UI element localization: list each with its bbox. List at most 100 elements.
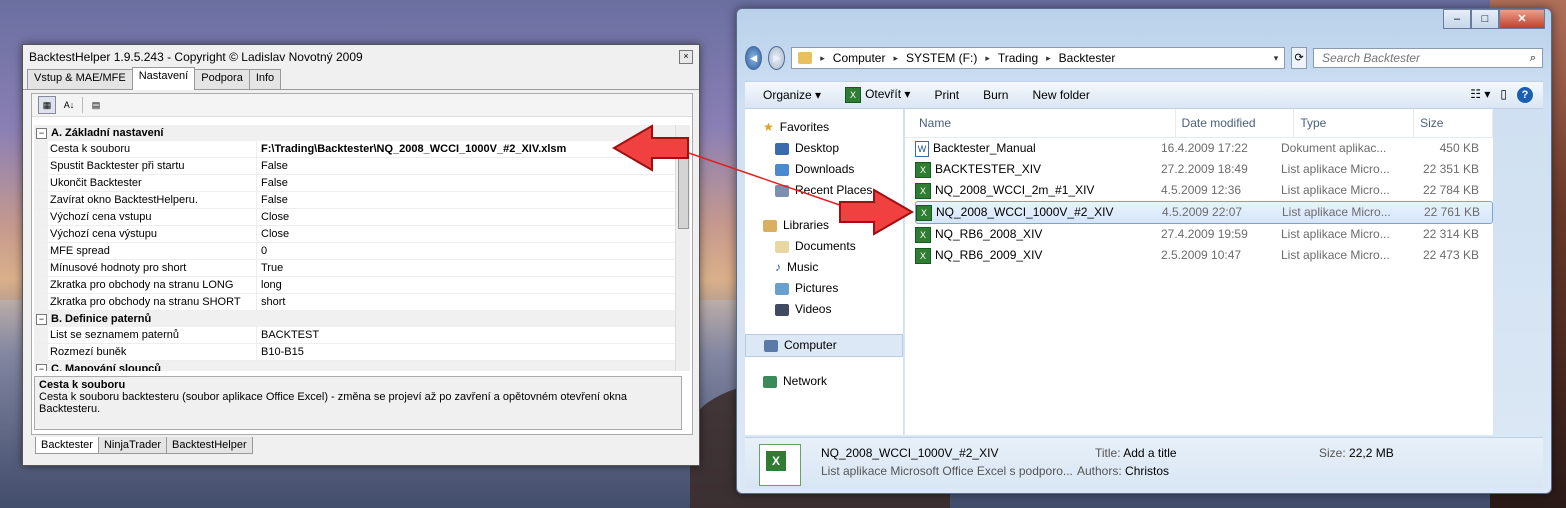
back-button[interactable]: ◄ <box>745 46 763 70</box>
file-name: NQ_RB6_2008_XIV <box>935 227 1043 241</box>
details-authors-value[interactable]: Christos <box>1125 464 1169 478</box>
nav-desktop[interactable]: Desktop <box>745 138 903 159</box>
search-input[interactable] <box>1320 50 1514 66</box>
column-name[interactable]: Name <box>905 109 1176 137</box>
property-value[interactable]: long <box>257 277 282 293</box>
property-value[interactable]: BACKTEST <box>257 327 319 343</box>
file-row[interactable]: X NQ_RB6_2009_XIV 2.5.2009 10:47 List aplik… <box>915 245 1493 266</box>
collapse-icon[interactable]: − <box>36 363 47 371</box>
help-icon[interactable]: ? <box>1517 87 1533 103</box>
nav-libraries[interactable]: Libraries <box>745 215 903 236</box>
search-icon[interactable]: ⌕ <box>1530 52 1536 65</box>
property-row[interactable]: Zavírat okno BacktestHelperu. False <box>34 192 676 209</box>
property-value[interactable]: B10-B15 <box>257 344 304 360</box>
property-category[interactable]: − C. Mapování sloupců <box>34 361 676 371</box>
property-category[interactable]: − B. Definice paternů <box>34 311 676 327</box>
breadcrumb-drive[interactable]: SYSTEM (F:) <box>906 51 977 65</box>
file-row[interactable]: X BACKTESTER_XIV 27.2.2009 18:49 List aplik… <box>915 159 1493 180</box>
property-value[interactable]: Close <box>257 209 289 225</box>
property-row[interactable]: MFE spread 0 <box>34 243 676 260</box>
print-button[interactable]: Print <box>934 88 959 102</box>
forward-button[interactable]: ► <box>768 46 786 70</box>
organize-button[interactable]: Organize ▾ <box>763 88 821 102</box>
property-value[interactable]: 0 <box>257 243 267 259</box>
alphabetical-sort-icon[interactable]: A↓ <box>60 96 78 114</box>
nav-downloads[interactable]: Downloads <box>745 159 903 180</box>
tab-nastaveni[interactable]: Nastavení <box>131 67 196 90</box>
nav-documents[interactable]: Documents <box>745 236 903 257</box>
column-date-modified[interactable]: Date modified <box>1176 109 1295 137</box>
property-row[interactable]: Zkratka pro obchody na stranu SHORT short <box>34 294 676 311</box>
breadcrumb-backtester[interactable]: Backtester <box>1059 51 1116 65</box>
collapse-icon[interactable]: − <box>36 313 47 325</box>
title-bar[interactable]: BacktestHelper 1.9.5.243 - Copyright © L… <box>23 45 699 69</box>
refresh-button[interactable]: ⟳ <box>1291 47 1307 69</box>
maximize-button[interactable]: □ <box>1471 9 1499 29</box>
vertical-scrollbar[interactable] <box>675 125 690 371</box>
collapse-icon[interactable]: − <box>36 127 47 139</box>
property-row[interactable]: Mínusové hodnoty pro short True <box>34 260 676 277</box>
breadcrumb-separator-icon[interactable]: ▸ <box>985 53 990 64</box>
property-row[interactable]: Rozmezí buněk B10-B15 <box>34 344 676 361</box>
column-type[interactable]: Type <box>1294 109 1415 137</box>
minimize-button[interactable]: – <box>1443 9 1471 29</box>
history-dropdown-icon[interactable]: ▾ <box>1274 53 1279 64</box>
property-value[interactable]: False <box>257 158 288 174</box>
bottom-tab-backtester[interactable]: Backtester <box>35 437 99 454</box>
scrollbar-thumb[interactable] <box>678 137 689 229</box>
breadcrumb-computer[interactable]: Computer <box>833 51 886 65</box>
details-title-value[interactable]: Add a title <box>1123 446 1176 460</box>
nav-music[interactable]: ♪ Music <box>745 257 903 278</box>
new-folder-button[interactable]: New folder <box>1032 88 1089 102</box>
breadcrumb-separator-icon[interactable]: ▸ <box>893 53 898 64</box>
property-row[interactable]: Výchozí cena vstupu Close <box>34 209 676 226</box>
nav-videos[interactable]: Videos <box>745 299 903 320</box>
open-button[interactable]: X Otevřít ▾ <box>845 87 910 103</box>
nav-recent-places[interactable]: Recent Places <box>745 180 903 201</box>
property-value[interactable]: Close <box>257 226 289 242</box>
property-row[interactable]: Výchozí cena výstupu Close <box>34 226 676 243</box>
nav-network[interactable]: Network <box>745 371 903 392</box>
views-icon[interactable]: ☷ ▾ <box>1470 87 1490 103</box>
preview-pane-icon[interactable]: ▯ <box>1500 87 1507 103</box>
details-title-field[interactable]: Title: Add a title <box>1095 446 1177 460</box>
close-icon[interactable]: × <box>679 50 693 64</box>
burn-button[interactable]: Burn <box>983 88 1008 102</box>
property-row[interactable]: Cesta k souboru F:\Trading\Backtester\NQ_… <box>34 141 676 158</box>
star-icon: ★ <box>763 120 774 134</box>
tab-info[interactable]: Info <box>248 69 282 89</box>
property-row[interactable]: Zkratka pro obchody na stranu LONG long <box>34 277 676 294</box>
nav-pictures[interactable]: Pictures <box>745 278 903 299</box>
file-row[interactable]: X NQ_2008_WCCI_2m_#1_XIV 4.5.2009 12:36 Lis… <box>915 180 1493 201</box>
file-row[interactable]: W Backtester_Manual 16.4.2009 17:22 Dokumen… <box>915 138 1493 159</box>
property-value[interactable]: short <box>257 294 285 310</box>
breadcrumb-separator-icon[interactable]: ▸ <box>820 53 825 64</box>
breadcrumb-trading[interactable]: Trading <box>998 51 1038 65</box>
property-value[interactable]: False <box>257 192 288 208</box>
bottom-tab-backtesthelper[interactable]: BacktestHelper <box>166 437 253 454</box>
property-row[interactable]: Spustit Backtester při startu False <box>34 158 676 175</box>
column-size[interactable]: Size <box>1414 109 1493 137</box>
tab-vstup[interactable]: Vstup & MAE/MFE <box>27 69 133 89</box>
property-value[interactable]: False <box>257 175 288 191</box>
close-button[interactable]: ✕ <box>1499 9 1545 29</box>
nav-favorites[interactable]: ★ Favorites <box>745 117 903 138</box>
nav-computer[interactable]: Computer <box>745 334 903 357</box>
breadcrumb-separator-icon[interactable]: ▸ <box>1046 53 1051 64</box>
file-row[interactable]: X NQ_RB6_2008_XIV 27.4.2009 19:59 List apli… <box>915 224 1493 245</box>
address-bar[interactable]: ▸ Computer ▸ SYSTEM (F:) ▸ Trading ▸ Bac… <box>791 47 1286 69</box>
property-category[interactable]: − A. Základní nastavení <box>34 125 676 141</box>
property-name: MFE spread <box>48 243 257 259</box>
property-row[interactable]: List se seznamem paternů BACKTEST <box>34 327 676 344</box>
property-value[interactable]: True <box>257 260 283 276</box>
property-pages-icon[interactable]: ▤ <box>87 96 105 114</box>
categorized-view-icon[interactable]: ▦ <box>38 96 56 114</box>
details-authors-field[interactable]: Authors: Christos <box>1077 464 1169 478</box>
toolbar-divider <box>82 97 83 113</box>
property-value[interactable]: F:\Trading\Backtester\NQ_2008_WCCI_1000V… <box>257 141 566 157</box>
property-row[interactable]: Ukončit Backtester False <box>34 175 676 192</box>
property-gutter <box>34 260 48 276</box>
tab-podpora[interactable]: Podpora <box>194 69 250 89</box>
bottom-tab-ninjatrader[interactable]: NinjaTrader <box>97 437 168 454</box>
file-row[interactable]: X NQ_2008_WCCI_1000V_#2_XIV 4.5.2009 22:07… <box>915 201 1493 224</box>
